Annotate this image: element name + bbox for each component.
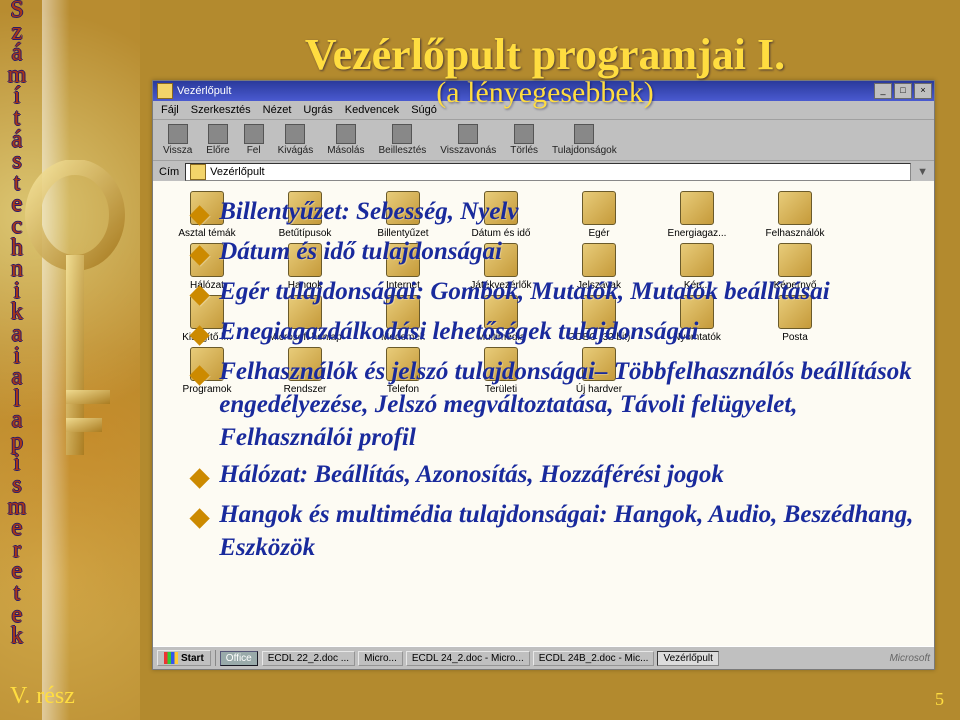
bullet-item: ◆ Enegiagazdálkodási lehetőségek tulajdon… <box>190 315 930 351</box>
toolbar-icon <box>336 124 356 144</box>
menu-item[interactable]: Szerkesztés <box>191 104 251 116</box>
toolbar-button[interactable]: Másolás <box>323 122 368 158</box>
bullet-item: ◆ Billentyűzet: Sebesség, Nyelv <box>190 195 930 231</box>
toolbar-icon <box>244 124 264 144</box>
bullet-text: Hangok és multimédia tulajdonságai: Hang… <box>219 498 930 564</box>
toolbar-button[interactable]: Tulajdonságok <box>548 122 621 158</box>
taskbar-button[interactable]: Vezérlőpult <box>657 651 718 666</box>
start-label: Start <box>181 653 204 664</box>
bullet-item: ◆ Dátum és idő tulajdonságai <box>190 235 930 271</box>
toolbar-button[interactable]: Beillesztés <box>374 122 430 158</box>
toolbar-button[interactable]: Fel <box>240 122 268 158</box>
taskbar-button[interactable]: ECDL 24_2.doc - Micro... <box>406 651 530 666</box>
taskbar-separator <box>215 650 216 666</box>
bullet-text: Hálózat: Beállítás, Azonosítás, Hozzáfér… <box>219 458 724 494</box>
toolbar-icon <box>208 124 228 144</box>
toolbar-label: Vissza <box>163 145 192 156</box>
menu-item[interactable]: Nézet <box>263 104 292 116</box>
bullet-marker-icon: ◆ <box>190 318 209 351</box>
window-toolbar: Vissza Előre Fel Kivágás Másolás Beillesztés V… <box>153 120 934 161</box>
toolbar-label: Beillesztés <box>378 145 426 156</box>
taskbar: Start Office ECDL 22_2.doc ...Micro...EC… <box>153 646 934 669</box>
vertical-sidebar-text: Számítástechnikai alapismeretek <box>6 0 28 648</box>
page-number: 5 <box>935 689 944 710</box>
slide-bullets: ◆ Billentyűzet: Sebesség, Nyelv ◆ Dátum és … <box>190 195 930 568</box>
toolbar-icon <box>574 124 594 144</box>
taskbar-button[interactable]: Micro... <box>358 651 403 666</box>
window-icon <box>157 83 173 99</box>
bullet-text: Billentyűzet: Sebesség, Nyelv <box>219 195 518 231</box>
address-input[interactable]: Vezérlőpult <box>185 163 911 181</box>
taskbar-button[interactable]: ECDL 24B_2.doc - Mic... <box>533 651 655 666</box>
slide-title: Vezérlőpult programjai I. <box>150 32 940 78</box>
bullet-marker-icon: ◆ <box>190 358 209 454</box>
toolbar-label: Kivágás <box>278 145 314 156</box>
slide-part-label: V. rész <box>10 683 75 710</box>
toolbar-button[interactable]: Vissza <box>159 122 196 158</box>
toolbar-icon <box>285 124 305 144</box>
bullet-text: Enegiagazdálkodási lehetőségek tulajdons… <box>219 315 698 351</box>
toolbar-label: Törlés <box>510 145 538 156</box>
toolbar-label: Tulajdonságok <box>552 145 617 156</box>
windows-logo-icon <box>164 652 178 664</box>
bullet-item: ◆ Egér tulajdonságai: Gombok, Mutatók, Mu… <box>190 275 930 311</box>
taskbar-button[interactable]: ECDL 22_2.doc ... <box>262 651 355 666</box>
bullet-text: Felhasználók és jelszó tulajdonságai– Tö… <box>219 355 930 454</box>
toolbar-label: Fel <box>247 145 261 156</box>
bullet-marker-icon: ◆ <box>190 238 209 271</box>
toolbar-button[interactable]: Kivágás <box>274 122 318 158</box>
bullet-marker-icon: ◆ <box>190 461 209 494</box>
menu-item[interactable]: Fájl <box>161 104 179 116</box>
bullet-text: Dátum és idő tulajdonságai <box>219 235 502 271</box>
sidebar-letter: k <box>6 626 28 648</box>
address-icon <box>190 164 206 180</box>
start-button[interactable]: Start <box>157 650 211 666</box>
address-label: Cím <box>159 166 179 178</box>
window-title: Vezérlőpult <box>177 85 231 97</box>
bullet-text: Egér tulajdonságai: Gombok, Mutatók, Mut… <box>219 275 830 311</box>
bullet-marker-icon: ◆ <box>190 198 209 231</box>
toolbar-icon <box>458 124 478 144</box>
menu-item[interactable]: Kedvencek <box>345 104 399 116</box>
address-value: Vezérlőpult <box>210 166 264 178</box>
bullet-marker-icon: ◆ <box>190 278 209 311</box>
maximize-button[interactable]: □ <box>894 83 912 99</box>
tray-brand: Microsoft <box>889 653 930 664</box>
toolbar-label: Visszavonás <box>440 145 496 156</box>
toolbar-button[interactable]: Visszavonás <box>436 122 500 158</box>
toolbar-icon <box>168 124 188 144</box>
menu-item[interactable]: Súgó <box>411 104 437 116</box>
menu-item[interactable]: Ugrás <box>303 104 332 116</box>
office-shortcut[interactable]: Office <box>220 651 258 666</box>
toolbar-label: Előre <box>206 145 229 156</box>
close-button[interactable]: × <box>914 83 932 99</box>
toolbar-button[interactable]: Törlés <box>506 122 542 158</box>
toolbar-icon <box>514 124 534 144</box>
bullet-item: ◆Felhasználók és jelszó tulajdonságai– T… <box>190 355 930 454</box>
window-menubar: Fájl Szerkesztés Nézet Ugrás Kedvencek Súgó <box>153 101 934 120</box>
window-titlebar[interactable]: Vezérlőpult _ □ × <box>153 81 934 101</box>
key-illustration <box>20 160 140 500</box>
bullet-item: ◆Hangok és multimédia tulajdonságai: Han… <box>190 498 930 564</box>
bullet-item: ◆ Hálózat: Beállítás, Azonosítás, Hozzáfé… <box>190 458 930 494</box>
toolbar-button[interactable]: Előre <box>202 122 233 158</box>
dropdown-icon[interactable]: ▼ <box>917 166 928 178</box>
minimize-button[interactable]: _ <box>874 83 892 99</box>
toolbar-icon <box>392 124 412 144</box>
bullet-marker-icon: ◆ <box>190 501 209 564</box>
toolbar-label: Másolás <box>327 145 364 156</box>
